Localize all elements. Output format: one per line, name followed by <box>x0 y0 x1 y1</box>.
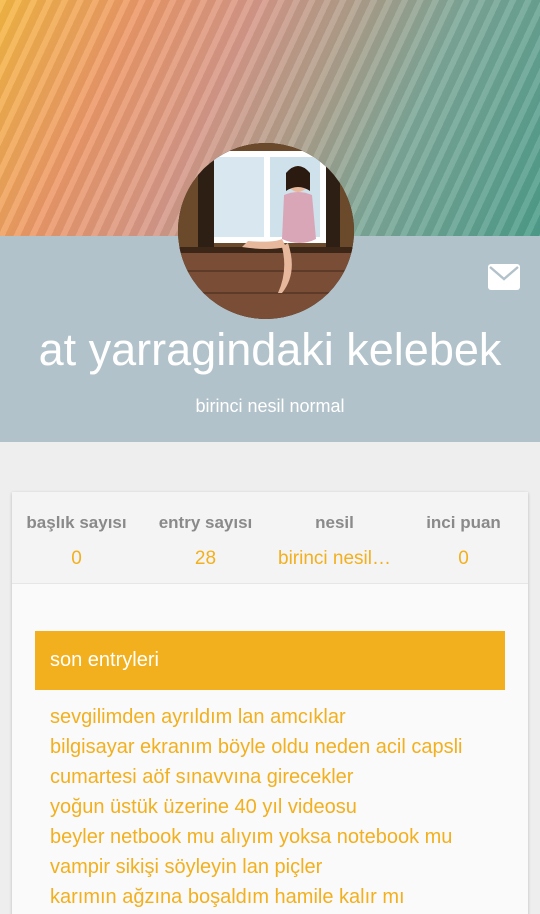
stat-label: nesil <box>315 513 354 532</box>
avatar-photo <box>178 143 354 319</box>
stat-label: inci puan <box>426 513 501 532</box>
stat-entry-count: entry sayısı 28 <box>141 492 270 584</box>
avatar[interactable] <box>178 143 354 319</box>
entry-link[interactable]: yoğun üstük üzerine 40 yıl videosu <box>50 792 510 822</box>
user-rank: birinci nesil normal <box>195 396 345 416</box>
entry-link[interactable]: sevgilimden ayrıldım lan amcıklar <box>50 702 510 732</box>
stat-topic-count: başlık sayısı 0 <box>12 492 141 584</box>
stats-row: başlık sayısı 0 entry sayısı 28 nesil bi… <box>12 492 528 584</box>
stat-value: 28 <box>194 548 217 569</box>
envelope-icon[interactable] <box>488 264 520 290</box>
stat-label: başlık sayısı <box>26 513 127 532</box>
stat-inci-points: inci puan 0 <box>399 492 528 584</box>
stat-generation: nesil birinci nesil… <box>270 492 399 584</box>
profile-card: başlık sayısı 0 entry sayısı 28 nesil bi… <box>12 492 528 914</box>
stat-label: entry sayısı <box>158 513 253 532</box>
recent-entries-list: sevgilimden ayrıldım lan amcıklar bilgis… <box>50 702 510 912</box>
entry-link[interactable]: beyler netbook mu alıyım yoksa notebook … <box>50 822 510 852</box>
entry-link[interactable]: vampir sikişi söyleyin lan piçler <box>50 852 510 882</box>
entry-link[interactable]: cumartesi aöf sınavvına girecekler <box>50 762 510 792</box>
stat-value: birinci nesil… <box>278 548 391 569</box>
entry-link[interactable]: karımın ağzına boşaldım hamile kalır mı <box>50 882 510 912</box>
stat-value: 0 <box>458 548 469 569</box>
entry-link[interactable]: bilgisayar ekranım böyle oldu neden acil… <box>50 732 510 762</box>
stat-value: 0 <box>71 548 82 569</box>
recent-entries-header: son entryleri <box>35 631 505 690</box>
username: at yarragindaki kelebek <box>38 324 502 375</box>
